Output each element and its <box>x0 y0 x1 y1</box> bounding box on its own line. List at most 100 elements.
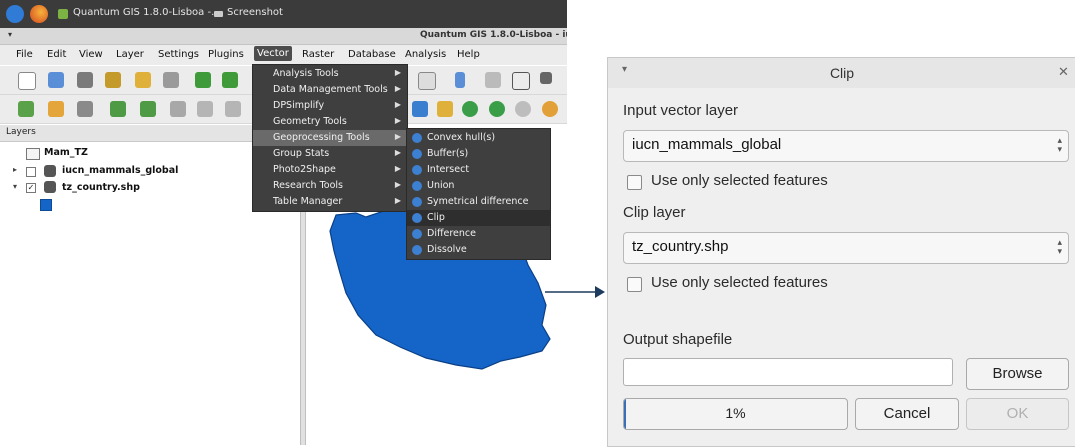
measure-icon[interactable] <box>455 72 465 88</box>
menu-edit[interactable]: Edit <box>47 49 66 60</box>
add-wms-layer-icon[interactable] <box>140 101 156 117</box>
firefox-icon[interactable] <box>30 5 48 23</box>
cancel-button[interactable]: Cancel <box>855 398 959 430</box>
menu-item-union[interactable]: Union <box>407 178 550 194</box>
annotation-icon[interactable] <box>512 72 530 90</box>
kde-logo-icon[interactable] <box>6 5 24 23</box>
intersect-icon <box>412 165 422 175</box>
window-title: Quantum GIS 1.8.0-Lisboa - iucn <box>420 30 567 40</box>
vector-layer-icon <box>44 165 56 177</box>
menu-item-analysis-tools[interactable]: Analysis Tools ▶ <box>253 66 407 82</box>
save-as-icon[interactable] <box>105 72 121 88</box>
zoom-full-icon[interactable] <box>515 101 531 117</box>
menu-item-clip[interactable]: Clip <box>407 210 550 226</box>
zoom-layer-icon[interactable] <box>542 101 558 117</box>
menu-item-photo2shape[interactable]: Photo2Shape ▶ <box>253 162 407 178</box>
layer-visibility-checkbox-checked[interactable]: ✓ <box>26 183 36 193</box>
clip-dialog: ▾ Clip ✕ Input vector layer iucn_mammals… <box>607 57 1075 447</box>
submenu-arrow-icon: ▶ <box>394 132 401 141</box>
clip-icon <box>412 213 422 223</box>
task-screenshot[interactable]: Screenshot <box>227 7 283 18</box>
zoom-icon[interactable] <box>222 72 238 88</box>
use-selected-checkbox-1[interactable] <box>627 175 642 190</box>
zoom-in-icon[interactable] <box>462 101 478 117</box>
menu-item-label: Data Management Tools <box>273 84 388 95</box>
layer-item-iucn-mammals-global[interactable]: iucn_mammals_global <box>62 165 178 176</box>
add-raster-layer-icon[interactable] <box>48 101 64 117</box>
add-vector-layer-icon[interactable] <box>18 101 34 117</box>
menu-item-label: Table Manager <box>273 196 343 207</box>
menu-database[interactable]: Database <box>348 49 396 60</box>
input-vector-value: iucn_mammals_global <box>632 136 782 153</box>
menu-file[interactable]: File <box>16 49 33 60</box>
menu-item-symetrical-difference[interactable]: Symetrical difference <box>407 194 550 210</box>
window-titlebar: ▾ Quantum GIS 1.8.0-Lisboa - iucn <box>0 28 567 45</box>
new-print-composer-icon[interactable] <box>135 72 151 88</box>
menu-item-group-stats[interactable]: Group Stats ▶ <box>253 146 407 162</box>
menu-item-dpsimplify[interactable]: DPSimplify ▶ <box>253 98 407 114</box>
menu-item-dissolve[interactable]: Dissolve <box>407 242 550 258</box>
new-shapefile-icon[interactable] <box>225 101 241 117</box>
menu-item-label: Geometry Tools <box>273 116 347 127</box>
menu-help[interactable]: Help <box>457 49 480 60</box>
task-qgis-title[interactable]: Quantum GIS 1.8.0-Lisboa -... <box>73 7 221 18</box>
zoom-out-icon[interactable] <box>489 101 505 117</box>
taskbar: Quantum GIS 1.8.0-Lisboa -... Screenshot <box>0 0 567 28</box>
submenu-arrow-icon: ▶ <box>394 100 401 109</box>
layer-visibility-checkbox[interactable] <box>26 167 36 177</box>
select-features-icon[interactable] <box>412 101 428 117</box>
menu-item-buffer[interactable]: Buffer(s) <box>407 146 550 162</box>
move-icon[interactable] <box>540 72 552 84</box>
progress-bar: 1% <box>623 398 848 430</box>
menu-item-convex-hull[interactable]: Convex hull(s) <box>407 130 550 146</box>
vector-menu: Analysis Tools ▶ Data Management Tools ▶ D… <box>252 64 408 212</box>
submenu-arrow-icon: ▶ <box>394 84 401 93</box>
print-icon[interactable] <box>163 72 179 88</box>
menu-view[interactable]: View <box>79 49 103 60</box>
add-wfs-layer-icon[interactable] <box>197 101 213 117</box>
collapse-arrow-icon[interactable]: ▾ <box>13 182 17 191</box>
ok-button[interactable]: OK <box>966 398 1069 430</box>
identify-icon[interactable] <box>418 72 436 90</box>
output-shapefile-input[interactable] <box>623 358 953 386</box>
menu-item-geoprocessing-tools[interactable]: Geoprocessing Tools ▶ <box>253 130 407 146</box>
layer-item-tz-country[interactable]: tz_country.shp <box>62 182 140 193</box>
expand-arrow-icon[interactable]: ▸ <box>13 165 17 174</box>
layer-item-mam-tz[interactable]: Mam_TZ <box>44 147 88 158</box>
deselect-icon[interactable] <box>437 101 453 117</box>
save-project-icon[interactable] <box>77 72 93 88</box>
menu-analysis[interactable]: Analysis <box>405 49 446 60</box>
close-icon[interactable]: ✕ <box>1058 64 1069 80</box>
menu-settings[interactable]: Settings <box>158 49 199 60</box>
pan-map-icon[interactable] <box>195 72 211 88</box>
window-menu-icon[interactable]: ▾ <box>8 30 12 39</box>
new-project-icon[interactable] <box>18 72 36 90</box>
qgis-task-icon[interactable] <box>58 9 68 19</box>
add-postgis-layer-icon[interactable] <box>77 101 93 117</box>
layer-symbol-swatch[interactable] <box>40 199 52 211</box>
menu-item-research-tools[interactable]: Research Tools ▶ <box>253 178 407 194</box>
menu-layer[interactable]: Layer <box>116 49 144 60</box>
combo-spinner-icon: ▴ ▾ <box>1057 237 1062 256</box>
menu-raster[interactable]: Raster <box>302 49 334 60</box>
menu-item-label: Group Stats <box>273 148 330 159</box>
attribute-table-icon[interactable] <box>485 72 501 88</box>
menu-item-data-management-tools[interactable]: Data Management Tools ▶ <box>253 82 407 98</box>
clip-layer-combo[interactable]: tz_country.shp ▴ ▾ <box>623 232 1069 264</box>
clip-layer-value: tz_country.shp <box>632 238 729 255</box>
add-wcs-layer-icon[interactable] <box>170 101 186 117</box>
menu-item-geometry-tools[interactable]: Geometry Tools ▶ <box>253 114 407 130</box>
menu-item-table-manager[interactable]: Table Manager ▶ <box>253 194 407 210</box>
menu-item-intersect[interactable]: Intersect <box>407 162 550 178</box>
browse-button[interactable]: Browse <box>966 358 1069 390</box>
submenu-arrow-icon: ▶ <box>394 148 401 157</box>
open-project-icon[interactable] <box>48 72 64 88</box>
submenu-arrow-icon: ▶ <box>394 196 401 205</box>
menu-vector[interactable]: Vector <box>254 46 292 61</box>
menu-item-label: Photo2Shape <box>273 164 336 175</box>
menu-item-difference[interactable]: Difference <box>407 226 550 242</box>
add-spatialite-layer-icon[interactable] <box>110 101 126 117</box>
menu-plugins[interactable]: Plugins <box>208 49 244 60</box>
input-vector-combo[interactable]: iucn_mammals_global ▴ ▾ <box>623 130 1069 162</box>
use-selected-checkbox-2[interactable] <box>627 277 642 292</box>
